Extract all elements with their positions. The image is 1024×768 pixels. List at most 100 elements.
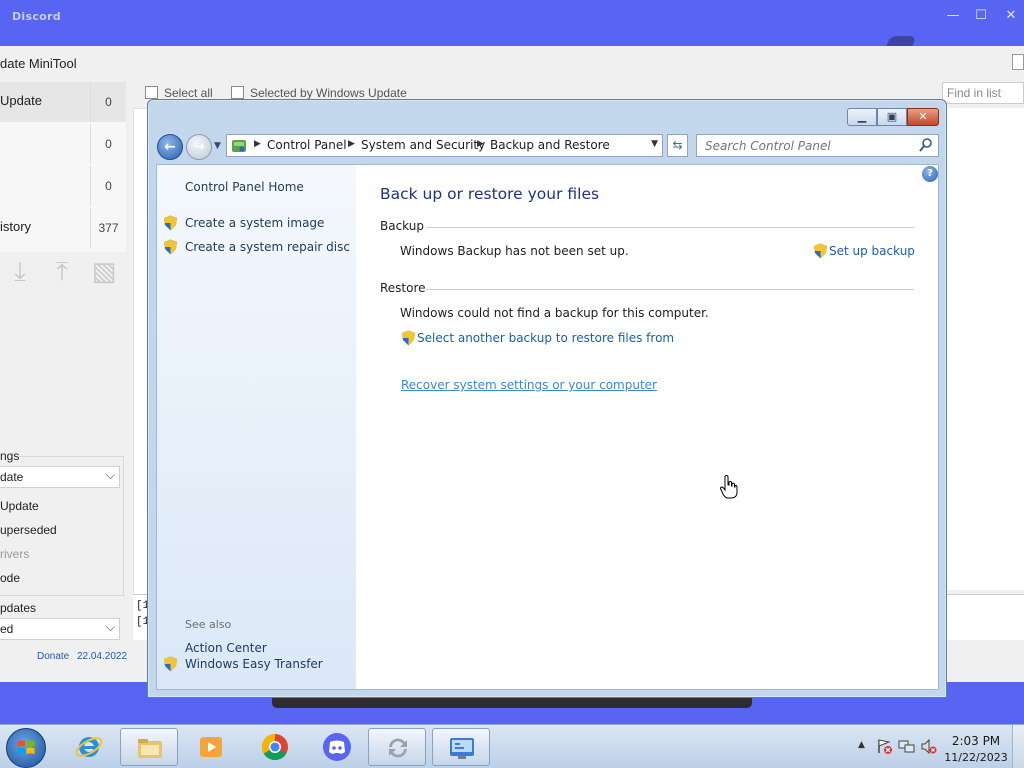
uac-shield-icon <box>402 330 415 346</box>
restore-divider <box>426 289 914 290</box>
close-button[interactable]: ✕ <box>907 108 939 126</box>
forward-button[interactable]: → <box>186 134 212 160</box>
show-desktop-button[interactable] <box>1012 725 1024 768</box>
updates-combo[interactable]: ed ⌵ <box>0 618 120 640</box>
minitool-title: date MiniTool <box>0 56 77 71</box>
content-scrollbar[interactable] <box>927 165 938 689</box>
search-icon[interactable] <box>918 136 934 154</box>
window-caption-buttons: ▁ ▣ ✕ <box>847 108 939 127</box>
start-button[interactable] <box>6 728 46 768</box>
upload-icon[interactable]: ⤒ <box>46 256 78 288</box>
category-item[interactable]: 0 <box>0 124 126 164</box>
breadcrumb-separator-icon[interactable]: ▶ <box>348 139 355 149</box>
search-input[interactable] <box>697 135 917 156</box>
maximize-button[interactable]: ▣ <box>877 108 907 126</box>
breadcrumb-backup-restore[interactable]: Backup and Restore <box>490 138 610 152</box>
minitool-right-panel <box>946 108 1024 590</box>
see-also-heading: See also <box>185 618 232 631</box>
select-all-checkbox[interactable]: Select all <box>145 86 213 100</box>
volume-muted-icon[interactable] <box>920 738 937 755</box>
option-superseded[interactable]: uperseded <box>0 523 57 537</box>
refresh-icon[interactable]: ⇆ <box>667 134 688 157</box>
option-mode[interactable]: ode <box>0 571 20 585</box>
control-panel-icon <box>450 738 474 759</box>
discord-icon <box>323 733 351 761</box>
network-icon[interactable] <box>898 738 915 755</box>
breadcrumb-separator-icon[interactable]: ▶ <box>477 139 484 149</box>
address-dropdown-icon[interactable]: ▼ <box>651 139 658 149</box>
breadcrumb-system-security[interactable]: System and Security <box>361 138 485 152</box>
taskbar-media-player[interactable] <box>182 728 240 766</box>
discord-maximize-button[interactable]: ☐ <box>966 6 996 26</box>
taskbar-chrome[interactable] <box>246 728 304 766</box>
restore-status: Windows could not find a backup for this… <box>400 306 709 320</box>
taskbar-sync-tool[interactable] <box>368 728 426 766</box>
updates-group-label: pdates <box>0 601 37 615</box>
help-icon[interactable]: ? <box>922 166 938 182</box>
donate-link[interactable]: Donate <box>37 651 69 662</box>
taskbar-discord[interactable] <box>308 728 366 766</box>
internet-explorer-icon <box>75 737 103 757</box>
media-player-icon <box>200 737 222 757</box>
breadcrumb-separator-icon[interactable]: ▶ <box>254 139 261 149</box>
uac-shield-icon <box>164 215 177 231</box>
settings-combo[interactable]: date ⌵ <box>0 466 120 488</box>
category-item[interactable]: 0 <box>0 166 126 206</box>
minimize-button[interactable]: ▁ <box>847 108 877 126</box>
system-tray: ▲ 2:03 PM 11/22/2023 <box>834 725 1024 768</box>
category-update[interactable]: Update 0 <box>0 82 126 122</box>
uac-shield-icon <box>814 243 827 259</box>
action-center-link[interactable]: Action Center <box>185 641 267 655</box>
backup-divider <box>426 227 914 228</box>
page-title: Back up or restore your files <box>380 185 600 203</box>
version-date: 22.04.2022 <box>77 651 128 662</box>
discord-minimize-button[interactable]: — <box>938 6 968 26</box>
control-panel-home-link[interactable]: Control Panel Home <box>185 180 304 194</box>
select-another-backup-link[interactable]: Select another backup to restore files f… <box>417 331 674 345</box>
clock-time[interactable]: 2:03 PM <box>941 734 1011 748</box>
settings-group-label: ngs <box>0 449 20 463</box>
search-box[interactable] <box>696 134 939 157</box>
option-update[interactable]: Update <box>0 499 39 513</box>
chrome-icon <box>261 733 288 761</box>
windows-easy-transfer-link[interactable]: Windows Easy Transfer <box>185 657 323 671</box>
create-repair-disc-link[interactable]: Create a system repair disc <box>185 240 350 254</box>
main-pane: Back up or restore your files Backup Win… <box>356 165 938 689</box>
back-button[interactable]: ← <box>157 134 183 160</box>
control-panel-content: Control Panel Home Create a system image… <box>156 164 939 690</box>
create-system-image-link[interactable]: Create a system image <box>185 216 324 230</box>
hand-cursor-icon <box>720 475 738 499</box>
uac-shield-icon <box>164 239 177 255</box>
minitool-scroll-button[interactable] <box>1012 54 1024 70</box>
taskbar-control-panel[interactable] <box>432 728 490 766</box>
control-panel-icon <box>232 140 246 152</box>
recover-system-link[interactable]: Recover system settings or your computer <box>401 378 657 392</box>
discord-titlebar: Discord — ☐ ✕ <box>0 0 1024 48</box>
restore-heading: Restore <box>380 281 426 295</box>
find-in-list-input[interactable]: Find in list <box>942 82 1024 104</box>
clock-date[interactable]: 11/22/2023 <box>941 751 1011 764</box>
taskbar: ▲ 2:03 PM 11/22/2023 <box>0 724 1024 768</box>
download-icon[interactable]: ⤓ <box>4 256 36 288</box>
recent-pages-dropdown[interactable]: ▼ <box>214 141 221 151</box>
show-hidden-icons-icon[interactable]: ▲ <box>858 740 865 750</box>
taskbar-internet-explorer[interactable] <box>60 728 118 766</box>
hide-icon[interactable]: ▧ <box>88 256 120 288</box>
minitool-action-icons: ⤓ ⤒ ▧ <box>4 256 124 296</box>
backup-heading: Backup <box>380 219 424 233</box>
sync-icon <box>389 738 407 758</box>
breadcrumb-control-panel[interactable]: Control Panel <box>267 138 347 152</box>
category-history[interactable]: istory 377 <box>0 208 126 248</box>
set-up-backup-link[interactable]: Set up backup <box>829 244 915 258</box>
address-bar[interactable]: ▶ Control Panel ▶ System and Security ▶ … <box>226 134 663 157</box>
selected-by-windows-update-checkbox[interactable]: Selected by Windows Update <box>231 86 407 100</box>
task-pane: Control Panel Home Create a system image… <box>157 165 356 689</box>
uac-shield-icon <box>164 656 177 672</box>
minitool-category-list: Update 0 0 0 istory 377 <box>0 82 126 252</box>
discord-title: Discord <box>12 10 61 23</box>
action-center-flag-icon[interactable] <box>876 738 893 755</box>
option-drivers[interactable]: rivers <box>0 547 29 561</box>
discord-close-button[interactable]: ✕ <box>996 6 1024 26</box>
backup-status: Windows Backup has not been set up. <box>400 244 629 258</box>
taskbar-file-explorer[interactable] <box>120 728 178 766</box>
